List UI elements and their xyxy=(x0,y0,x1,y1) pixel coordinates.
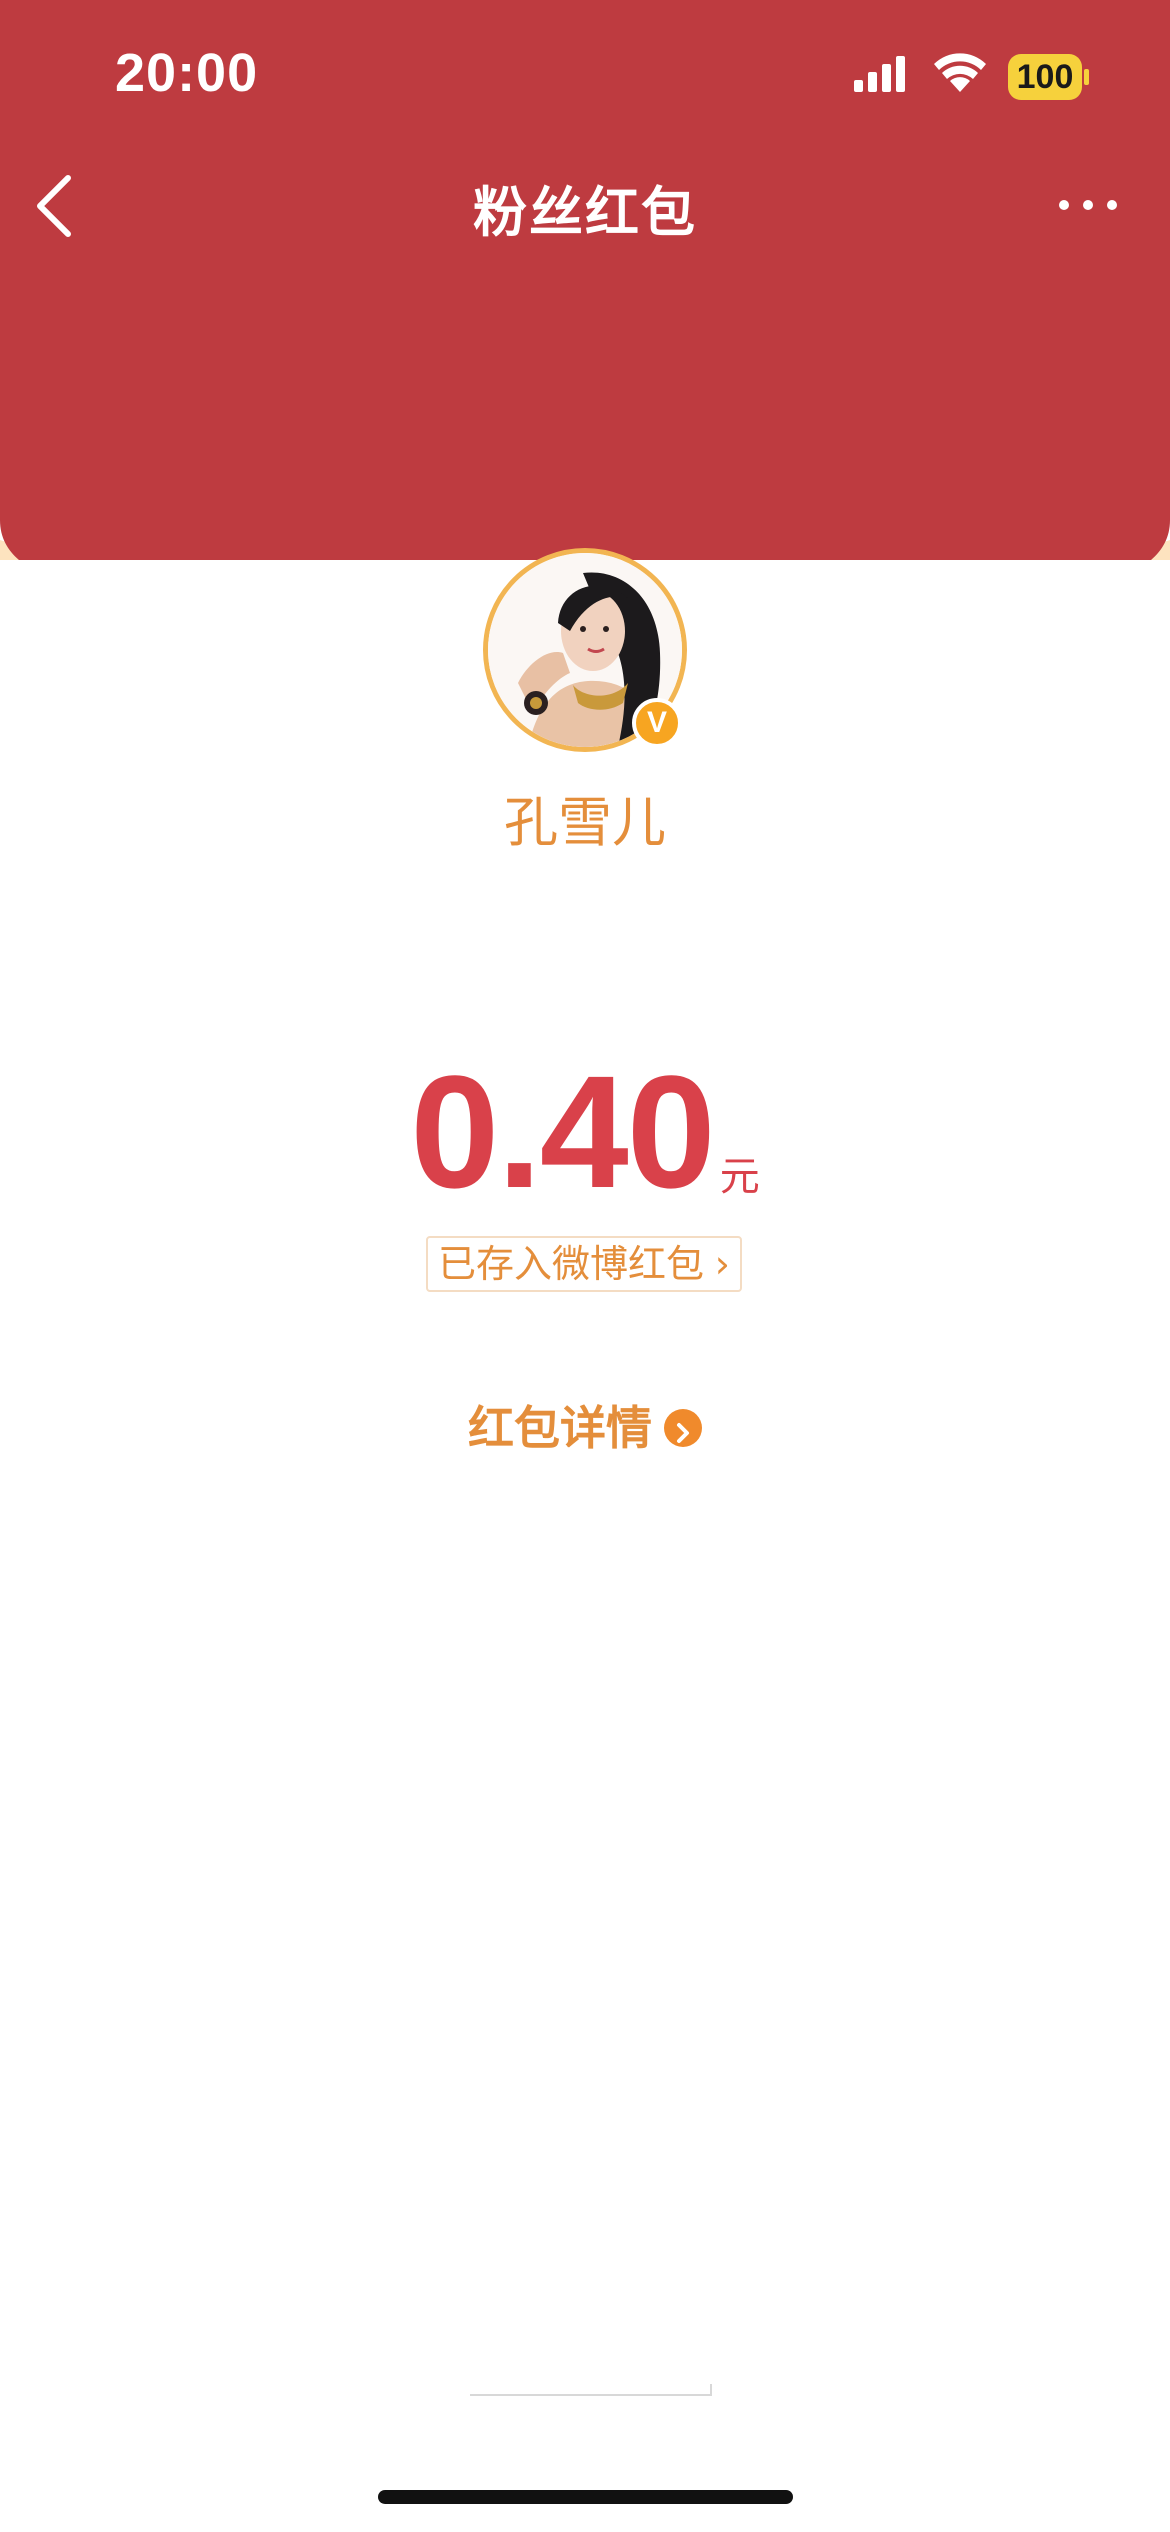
amount-value: 0.40 xyxy=(410,1042,715,1221)
battery-level: 100 xyxy=(1008,54,1082,100)
wifi-icon xyxy=(934,53,986,92)
arrow-right-circle-icon xyxy=(664,1408,702,1447)
battery-tip xyxy=(1084,69,1089,85)
saved-to-wallet-label: 已存入微博红包 xyxy=(438,1242,705,1286)
saved-to-wallet-link[interactable]: 已存入微博红包 › xyxy=(426,1236,742,1292)
status-bar: 20:00 100 xyxy=(0,0,1170,150)
amount-unit: 元 xyxy=(719,1154,760,1200)
signal-icon xyxy=(854,56,905,92)
red-packet-details-link[interactable]: 红包详情 xyxy=(0,1392,1170,1458)
chevron-right-icon: › xyxy=(714,1242,730,1286)
home-indicator[interactable] xyxy=(378,2490,793,2504)
more-button[interactable] xyxy=(1050,180,1130,230)
nav-bar: 粉丝红包 xyxy=(0,150,1170,260)
status-time: 20:00 xyxy=(115,43,259,103)
more-horizontal-icon xyxy=(1059,200,1117,210)
verified-badge-icon: V xyxy=(632,698,682,748)
sender-name[interactable]: 孔雪儿 xyxy=(0,778,1170,857)
page-title: 粉丝红包 xyxy=(473,181,697,244)
amount-row: 0.40 元 xyxy=(0,1040,1170,1224)
divider xyxy=(470,2384,712,2396)
battery-icon: 100 xyxy=(1008,54,1089,100)
details-label: 红包详情 xyxy=(468,1401,652,1455)
